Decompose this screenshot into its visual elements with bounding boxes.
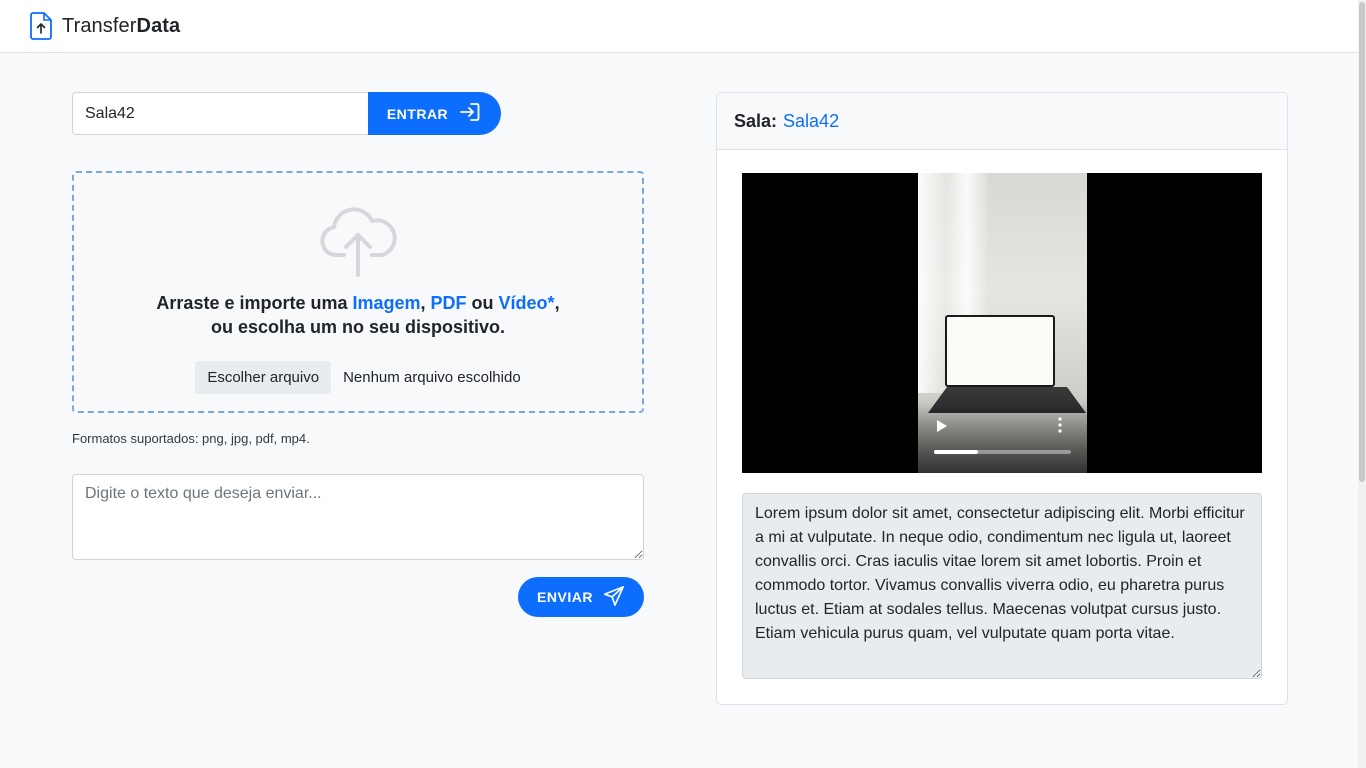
room-label: Sala: xyxy=(734,110,778,131)
navbar: TransferData xyxy=(0,0,1366,53)
play-icon[interactable] xyxy=(936,419,948,433)
video-progress-bar[interactable] xyxy=(934,450,1071,454)
brand-link[interactable]: TransferData xyxy=(30,12,180,40)
room-form: ENTRAR xyxy=(72,92,501,135)
room-card-header: Sala: Sala42 xyxy=(717,93,1287,150)
page-scrollbar[interactable] xyxy=(1358,0,1366,768)
supported-formats-text: Formatos suportados: png, jpg, pdf, mp4. xyxy=(72,431,310,446)
message-textarea[interactable] xyxy=(72,474,644,560)
enter-button[interactable]: ENTRAR xyxy=(368,92,501,135)
received-message[interactable]: Lorem ipsum dolor sit amet, consectetur … xyxy=(742,493,1262,679)
brand-name: TransferData xyxy=(62,14,181,37)
video-frame xyxy=(918,173,1087,473)
room-input[interactable] xyxy=(72,92,368,135)
type-video: Vídeo* xyxy=(498,293,555,313)
sign-in-icon xyxy=(458,100,482,127)
type-pdf: PDF xyxy=(430,293,467,313)
more-options-icon[interactable] xyxy=(1058,417,1062,433)
scrollbar-thumb[interactable] xyxy=(1359,2,1365,482)
video-player[interactable] xyxy=(742,173,1262,473)
file-dropzone[interactable]: Arraste e importe uma Imagem, PDF ou Víd… xyxy=(72,171,644,413)
laptop-image xyxy=(945,315,1055,387)
choose-file-button[interactable]: Escolher arquivo xyxy=(195,361,332,394)
file-upload-icon xyxy=(30,12,52,40)
room-name: Sala42 xyxy=(783,110,840,131)
file-picker: Escolher arquivo Nenhum arquivo escolhid… xyxy=(195,361,521,394)
file-status: Nenhum arquivo escolhido xyxy=(343,369,521,386)
room-card: Sala: Sala42 Lorem ipsum dolor sit amet,… xyxy=(716,92,1288,705)
type-image: Imagem xyxy=(352,293,421,313)
dropzone-instructions: Arraste e importe uma Imagem, PDF ou Víd… xyxy=(156,293,560,337)
send-button-label: ENVIAR xyxy=(537,589,593,605)
enter-button-label: ENTRAR xyxy=(386,105,449,122)
cloud-upload-icon xyxy=(318,203,398,277)
send-icon xyxy=(603,585,625,610)
send-button[interactable]: ENVIAR xyxy=(518,577,644,617)
video-progress-fill xyxy=(934,450,978,454)
